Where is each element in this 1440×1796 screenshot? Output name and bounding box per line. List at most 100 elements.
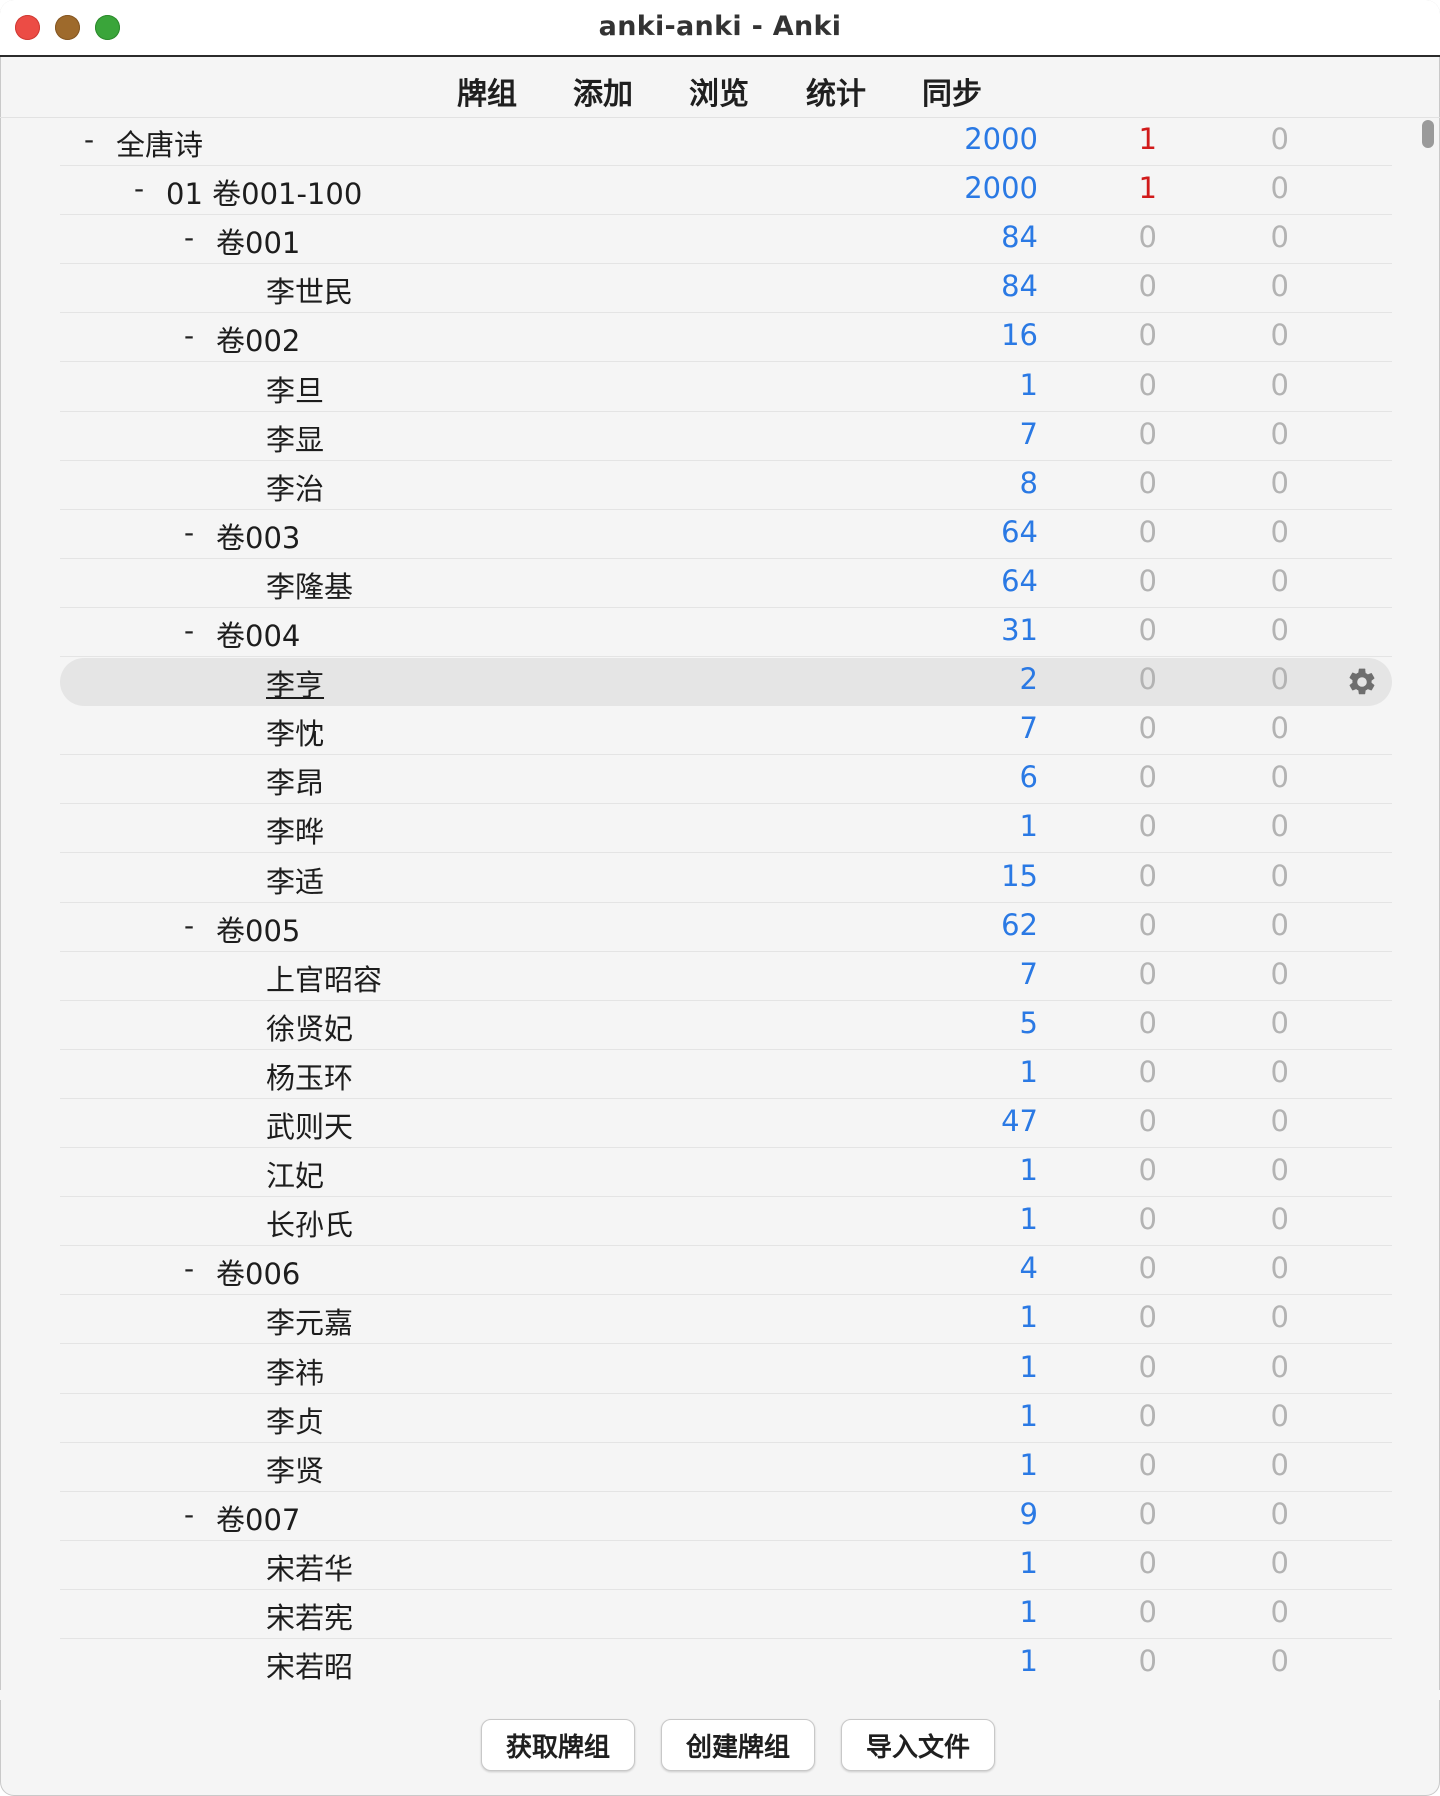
deck-name[interactable]: 卷005 <box>216 908 300 950</box>
deck-name[interactable]: 宋若昭 <box>266 1644 353 1686</box>
deck-name[interactable]: 李显 <box>266 417 324 459</box>
deck-name[interactable]: 卷003 <box>216 515 300 557</box>
deck-name[interactable]: 江妃 <box>266 1153 324 1195</box>
deck-row[interactable]: - 卷005 62 0 0 <box>60 904 1392 952</box>
due-count: 0 <box>1270 1496 1289 1531</box>
due-count: 0 <box>1270 416 1289 451</box>
deck-row[interactable]: 李忱 7 0 0 <box>60 707 1392 756</box>
deck-row[interactable]: 李贞 1 0 0 <box>60 1395 1392 1443</box>
deck-name[interactable]: 长孙氏 <box>266 1202 353 1244</box>
deck-row[interactable]: - 卷006 4 0 0 <box>60 1247 1392 1296</box>
deck-row[interactable]: - 卷007 9 0 0 <box>60 1493 1392 1541</box>
deck-name[interactable]: 李晔 <box>266 809 324 851</box>
deck-name[interactable]: 李祎 <box>266 1350 324 1392</box>
due-count: 0 <box>1270 465 1289 500</box>
deck-row[interactable]: 李昂 6 0 0 <box>60 756 1392 805</box>
deck-list-scrollbar[interactable] <box>1422 120 1434 148</box>
deck-row[interactable]: 李显 7 0 0 <box>60 413 1392 461</box>
deck-name[interactable]: 武则天 <box>266 1104 353 1146</box>
deck-row[interactable]: 杨玉环 1 0 0 <box>60 1051 1392 1099</box>
deck-row[interactable]: 李晔 1 0 0 <box>60 805 1392 854</box>
deck-row[interactable]: 宋若昭 1 0 0 <box>60 1640 1392 1686</box>
new-count: 1 <box>1019 1398 1038 1433</box>
due-count: 0 <box>1270 1005 1289 1040</box>
deck-row[interactable]: -01 卷001-100 2000 1 0 <box>60 167 1392 216</box>
deck-row[interactable]: 江妃 1 0 0 <box>60 1149 1392 1198</box>
deck-collapse-toggle[interactable]: - <box>184 1252 194 1285</box>
deck-name[interactable]: 宋若宪 <box>266 1595 353 1637</box>
title-bar[interactable]: anki-anki - Anki <box>0 0 1440 57</box>
deck-row[interactable]: 上官昭容 7 0 0 <box>60 953 1392 1001</box>
deck-name[interactable]: 01 卷001-100 <box>166 171 362 213</box>
deck-row[interactable]: 李世民 84 0 0 <box>60 265 1392 314</box>
due-count: 0 <box>1270 1202 1289 1237</box>
deck-name[interactable]: 徐贤妃 <box>266 1006 353 1048</box>
deck-row[interactable]: 徐贤妃 5 0 0 <box>60 1002 1392 1050</box>
deck-name[interactable]: 卷002 <box>216 318 300 360</box>
learn-count: 0 <box>1138 1202 1157 1237</box>
deck-row[interactable]: - 全唐诗 2000 1 0 <box>60 118 1392 166</box>
deck-row[interactable]: 武则天 47 0 0 <box>60 1100 1392 1148</box>
toolbar-decks[interactable]: 牌组 <box>457 69 517 113</box>
create-deck-button[interactable]: 创建牌组 <box>661 1719 815 1771</box>
deck-name[interactable]: 李昂 <box>266 760 324 802</box>
learn-count: 0 <box>1138 367 1157 402</box>
deck-row[interactable]: - 卷002 16 0 0 <box>60 314 1392 363</box>
learn-count: 0 <box>1138 1447 1157 1482</box>
toolbar-browse[interactable]: 浏览 <box>689 69 749 113</box>
deck-collapse-toggle[interactable]: - <box>184 319 194 352</box>
deck-name[interactable]: 李旦 <box>266 368 324 410</box>
deck-name[interactable]: 上官昭容 <box>266 957 382 999</box>
deck-collapse-toggle[interactable]: - <box>134 172 144 205</box>
deck-name[interactable]: 宋若华 <box>266 1546 353 1588</box>
deck-row[interactable]: 李元嘉 1 0 0 <box>60 1296 1392 1345</box>
learn-count: 0 <box>1138 1398 1157 1433</box>
gear-icon[interactable] <box>1346 666 1378 698</box>
deck-collapse-toggle[interactable]: - <box>184 614 194 647</box>
deck-name[interactable]: 李贞 <box>266 1399 324 1441</box>
deck-row[interactable]: 宋若宪 1 0 0 <box>60 1591 1392 1639</box>
deck-row[interactable]: 长孙氏 1 0 0 <box>60 1198 1392 1247</box>
deck-name[interactable]: 卷006 <box>216 1251 300 1293</box>
deck-name[interactable]: 李亨 <box>266 662 324 704</box>
deck-name[interactable]: 李适 <box>266 859 324 901</box>
learn-count: 0 <box>1138 269 1157 304</box>
deck-list[interactable]: - 全唐诗 2000 1 0-01 卷001-100 2000 1 0- 卷001 84 0 0 李世民… <box>0 118 1440 1686</box>
deck-collapse-toggle[interactable]: - <box>184 1498 194 1531</box>
deck-name[interactable]: 李忱 <box>266 711 324 753</box>
get-shared-decks-button[interactable]: 获取牌组 <box>481 1719 635 1771</box>
deck-row[interactable]: 李贤 1 0 0 <box>60 1444 1392 1492</box>
deck-collapse-toggle[interactable]: - <box>184 909 194 942</box>
deck-row[interactable]: - 卷003 64 0 0 <box>60 511 1392 559</box>
toolbar-add[interactable]: 添加 <box>573 69 633 113</box>
deck-row[interactable]: - 卷001 84 0 0 <box>60 216 1392 265</box>
import-file-button[interactable]: 导入文件 <box>841 1719 995 1771</box>
deck-name[interactable]: 全唐诗 <box>116 122 203 164</box>
toolbar-sync[interactable]: 同步 <box>922 69 982 113</box>
deck-row[interactable]: 宋若华 1 0 0 <box>60 1542 1392 1590</box>
deck-collapse-toggle[interactable]: - <box>84 123 94 156</box>
deck-row[interactable]: 李祎 1 0 0 <box>60 1346 1392 1394</box>
new-count: 7 <box>1019 416 1038 451</box>
due-count: 0 <box>1270 711 1289 746</box>
deck-collapse-toggle[interactable]: - <box>184 516 194 549</box>
deck-name[interactable]: 卷004 <box>216 613 300 655</box>
deck-row[interactable]: 李适 15 0 0 <box>60 855 1392 903</box>
deck-name[interactable]: 李隆基 <box>266 564 353 606</box>
deck-name[interactable]: 李治 <box>266 466 324 508</box>
deck-collapse-toggle[interactable]: - <box>184 221 194 254</box>
deck-name[interactable]: 李贤 <box>266 1448 324 1490</box>
deck-row[interactable]: - 卷004 31 0 0 <box>60 609 1392 657</box>
due-count: 0 <box>1270 809 1289 844</box>
deck-row[interactable]: 李亨 2 0 0 <box>60 658 1392 707</box>
deck-name[interactable]: 李世民 <box>266 269 353 311</box>
deck-name[interactable]: 杨玉环 <box>266 1055 353 1097</box>
deck-row[interactable]: 李治 8 0 0 <box>60 462 1392 510</box>
learn-count: 0 <box>1138 858 1157 893</box>
deck-name[interactable]: 李元嘉 <box>266 1300 353 1342</box>
deck-row[interactable]: 李旦 1 0 0 <box>60 364 1392 412</box>
toolbar-stats[interactable]: 统计 <box>806 69 866 113</box>
deck-name[interactable]: 卷007 <box>216 1497 300 1539</box>
deck-name[interactable]: 卷001 <box>216 220 300 262</box>
deck-row[interactable]: 李隆基 64 0 0 <box>60 560 1392 608</box>
